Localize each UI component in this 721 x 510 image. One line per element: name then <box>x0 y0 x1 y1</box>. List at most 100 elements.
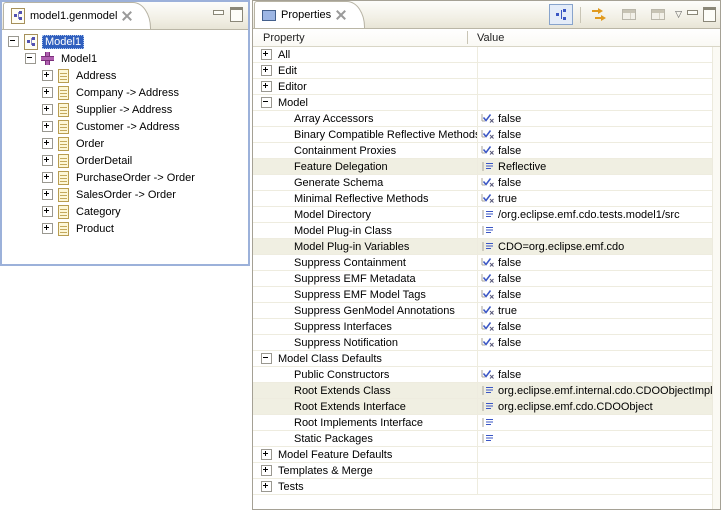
property-row[interactable]: Suppress EMF Model Tags false <box>253 287 713 303</box>
value-cell: CDO=org.eclipse.emf.cdo <box>477 239 713 254</box>
property-row[interactable]: Model Directory /org.eclipse.emf.cdo.tes… <box>253 207 713 223</box>
expand-toggle-icon[interactable] <box>261 81 272 92</box>
value-cell: false <box>477 175 713 190</box>
show-categories-icon[interactable] <box>549 4 573 25</box>
boolean-value-icon <box>481 129 494 140</box>
properties-tab[interactable]: Properties <box>254 1 365 28</box>
tree-item[interactable]: Address <box>2 67 248 84</box>
property-cell: Suppress EMF Metadata <box>253 271 477 286</box>
show-advanced-properties-icon[interactable] <box>588 4 612 25</box>
expand-toggle-icon[interactable] <box>261 353 272 364</box>
close-icon[interactable] <box>122 11 132 21</box>
property-cell: Model Plug-in Variables <box>253 239 477 254</box>
property-name: All <box>278 49 290 61</box>
category-row[interactable]: Templates & Merge <box>253 463 713 479</box>
expand-toggle-icon[interactable] <box>42 121 53 132</box>
boolean-value-icon <box>481 289 494 300</box>
editor-tab[interactable]: model1.genmodel <box>3 2 151 29</box>
value-cell <box>477 351 713 366</box>
boolean-value-icon <box>481 113 494 124</box>
expand-toggle-icon[interactable] <box>42 138 53 149</box>
tree-item[interactable]: Customer -> Address <box>2 118 248 135</box>
tree-item-label: Customer -> Address <box>73 120 183 134</box>
category-row[interactable]: Model <box>253 95 713 111</box>
property-row[interactable]: Model Plug-in Class <box>253 223 713 239</box>
property-row[interactable]: Root Extends Class org.eclipse.emf.inter… <box>253 383 713 399</box>
category-row[interactable]: Tests <box>253 479 713 495</box>
property-row[interactable]: Generate Schema false <box>253 175 713 191</box>
property-row[interactable]: Binary Compatible Reflective Methods fal… <box>253 127 713 143</box>
minimize-icon[interactable] <box>213 10 224 19</box>
text-value-icon <box>481 417 494 428</box>
property-cell: Root Implements Interface <box>253 415 477 430</box>
class-icon <box>58 154 69 168</box>
property-name: Static Packages <box>294 433 373 445</box>
expand-toggle-icon[interactable] <box>261 65 272 76</box>
boolean-value-icon <box>481 369 494 380</box>
category-row[interactable]: All <box>253 47 713 63</box>
close-icon[interactable] <box>336 10 346 20</box>
property-row[interactable]: Suppress Containment false <box>253 255 713 271</box>
expand-toggle-icon[interactable] <box>261 465 272 476</box>
expand-toggle-icon[interactable] <box>42 206 53 217</box>
tree-item[interactable]: Model1 <box>2 33 248 50</box>
property-row[interactable]: Model Plug-in Variables CDO=org.eclipse.… <box>253 239 713 255</box>
expand-toggle-icon[interactable] <box>42 70 53 81</box>
property-row[interactable]: Suppress EMF Metadata false <box>253 271 713 287</box>
value-cell: false <box>477 127 713 142</box>
maximize-icon[interactable] <box>230 7 243 22</box>
tree-item[interactable]: Category <box>2 203 248 220</box>
expand-toggle-icon[interactable] <box>261 481 272 492</box>
expand-toggle-icon[interactable] <box>8 36 19 47</box>
expand-toggle-icon[interactable] <box>261 449 272 460</box>
tree-item[interactable]: PurchaseOrder -> Order <box>2 169 248 186</box>
tree-item[interactable]: Product <box>2 220 248 237</box>
property-row[interactable]: Array Accessors false <box>253 111 713 127</box>
expand-toggle-icon[interactable] <box>261 49 272 60</box>
class-icon <box>58 137 69 151</box>
property-row[interactable]: Feature Delegation Reflective <box>253 159 713 175</box>
property-row[interactable]: Root Implements Interface <box>253 415 713 431</box>
tree-item[interactable]: SalesOrder -> Order <box>2 186 248 203</box>
property-cell: Binary Compatible Reflective Methods <box>253 127 477 142</box>
property-name: Suppress EMF Metadata <box>294 273 416 285</box>
view-menu-icon[interactable]: ▽ <box>675 10 682 19</box>
tree-item[interactable]: Company -> Address <box>2 84 248 101</box>
category-row[interactable]: Editor <box>253 79 713 95</box>
property-cell: Generate Schema <box>253 175 477 190</box>
property-row[interactable]: Public Constructors false <box>253 367 713 383</box>
minimize-icon[interactable] <box>687 10 698 19</box>
category-row[interactable]: Model Class Defaults <box>253 351 713 367</box>
property-row[interactable]: Static Packages <box>253 431 713 447</box>
property-value: false <box>498 289 521 301</box>
value-column-label: Value <box>468 32 504 44</box>
tree-item[interactable]: Supplier -> Address <box>2 101 248 118</box>
property-row[interactable]: Suppress GenModel Annotations true <box>253 303 713 319</box>
property-cell: Tests <box>253 479 477 494</box>
maximize-icon[interactable] <box>703 7 716 22</box>
property-name: Model Class Defaults <box>278 353 382 365</box>
category-row[interactable]: Model Feature Defaults <box>253 447 713 463</box>
tree-item[interactable]: OrderDetail <box>2 152 248 169</box>
expand-toggle-icon[interactable] <box>42 172 53 183</box>
expand-toggle-icon[interactable] <box>42 155 53 166</box>
category-row[interactable]: Edit <box>253 63 713 79</box>
property-row[interactable]: Root Extends Interface org.eclipse.emf.c… <box>253 399 713 415</box>
expand-toggle-icon[interactable] <box>42 223 53 234</box>
property-cell: Array Accessors <box>253 111 477 126</box>
expand-toggle-icon[interactable] <box>261 97 272 108</box>
value-cell: true <box>477 191 713 206</box>
expand-toggle-icon[interactable] <box>42 87 53 98</box>
expand-toggle-icon[interactable] <box>42 104 53 115</box>
property-row[interactable]: Suppress Notification false <box>253 335 713 351</box>
property-row[interactable]: Suppress Interfaces false <box>253 319 713 335</box>
property-name: Array Accessors <box>294 113 373 125</box>
tree-item[interactable]: Order <box>2 135 248 152</box>
property-row[interactable]: Minimal Reflective Methods true <box>253 191 713 207</box>
value-cell: org.eclipse.emf.internal.cdo.CDOObjectIm… <box>477 383 713 398</box>
property-row[interactable]: Containment Proxies false <box>253 143 713 159</box>
tree-item[interactable]: Model1 <box>2 50 248 67</box>
properties-view: Properties ▽ Property Value <box>252 0 721 510</box>
expand-toggle-icon[interactable] <box>25 53 36 64</box>
expand-toggle-icon[interactable] <box>42 189 53 200</box>
